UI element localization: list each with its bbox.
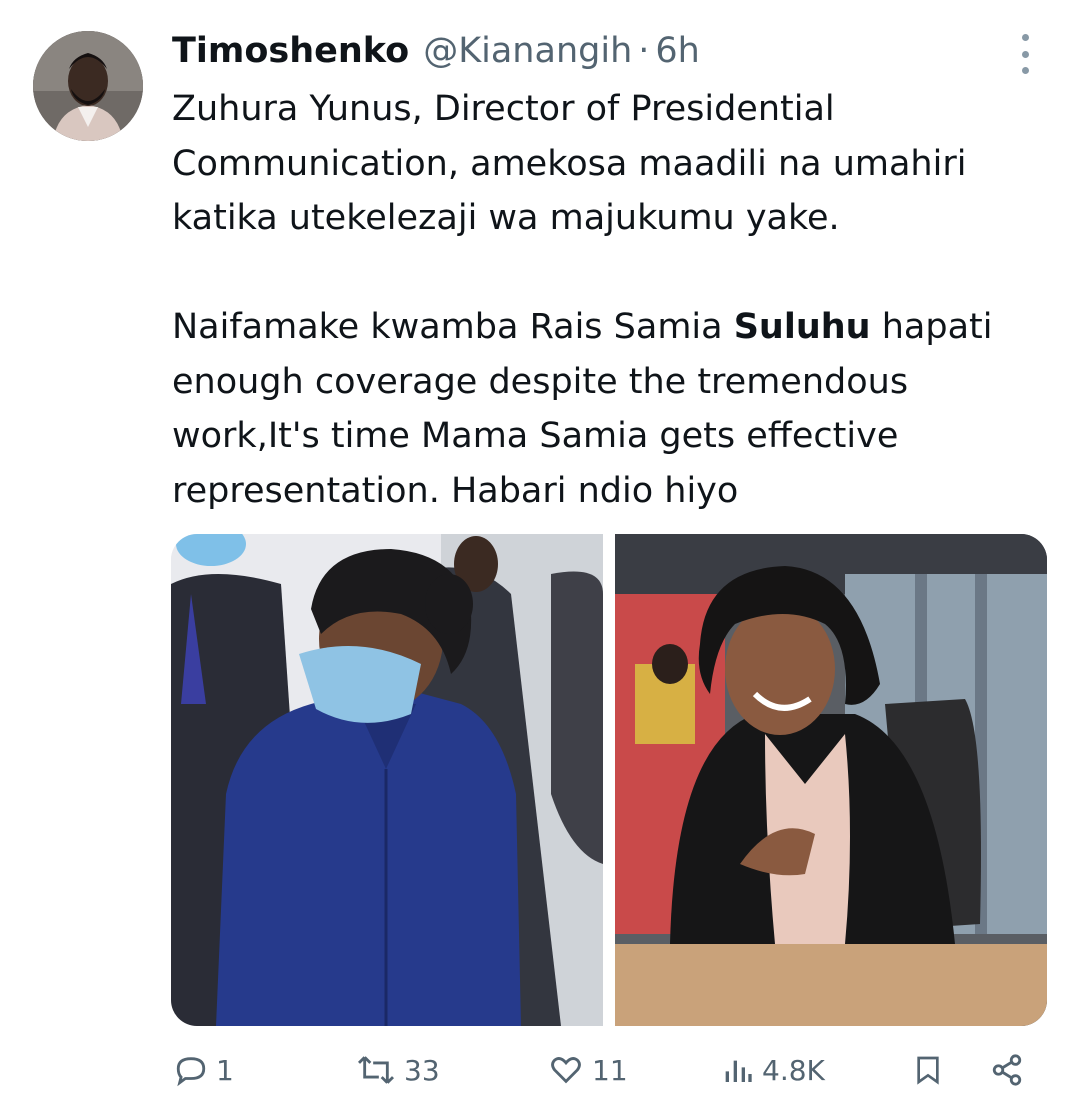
tweet-header: Timoshenko @Kianangih · 6h xyxy=(172,26,700,76)
tweet-text-line: katika utekelezaji wa majukumu yake. xyxy=(172,198,840,238)
like-count: 11 xyxy=(592,1053,628,1087)
reply-icon xyxy=(176,1057,206,1087)
bookmark-icon xyxy=(917,1056,939,1085)
share-icon xyxy=(992,1054,1022,1086)
tweet-actions: 1 33 11 4.8K xyxy=(0,1053,1080,1093)
views-count: 4.8K xyxy=(762,1053,825,1087)
views-button[interactable]: 4.8K xyxy=(722,1053,825,1087)
tweet-text-line: representation. Habari ndio hiyo xyxy=(172,470,739,511)
tweet-text-line: enough coverage despite the tremendous xyxy=(172,361,909,402)
tweet-time[interactable]: 6h xyxy=(655,31,699,71)
more-options-icon[interactable] xyxy=(1010,34,1040,74)
like-button[interactable]: 11 xyxy=(548,1053,628,1087)
text-segment: Naifamake kwamba Rais Samia xyxy=(172,307,734,347)
heart-icon xyxy=(551,1057,581,1084)
bookmark-button[interactable] xyxy=(912,1053,944,1087)
retweet-button[interactable]: 33 xyxy=(356,1053,440,1087)
text-segment: hapati xyxy=(870,307,993,347)
author-handle[interactable]: @Kianangih xyxy=(423,31,632,71)
reply-count: 1 xyxy=(216,1053,234,1087)
media-photo-right[interactable] xyxy=(615,534,1047,1026)
reply-button[interactable]: 1 xyxy=(174,1053,234,1087)
author-avatar[interactable] xyxy=(33,31,143,141)
tweet-text-line: Naifamake kwamba Rais Samia Suluhu hapat… xyxy=(172,300,1052,355)
bold-word: Suluhu xyxy=(733,307,871,347)
retweet-icon xyxy=(357,1056,395,1084)
tweet-text-line: Communication, amekosa maadili na umahir… xyxy=(172,143,967,184)
separator-dot: · xyxy=(638,31,650,71)
tweet-text: Zuhura Yunus, Director of Presidential C… xyxy=(172,82,1052,518)
media-photo-left[interactable] xyxy=(171,534,603,1026)
retweet-count: 33 xyxy=(404,1053,440,1087)
share-button[interactable] xyxy=(990,1053,1024,1087)
tweet-text-line: Zuhura Yunus, Director of Presidential xyxy=(172,89,835,129)
author-name[interactable]: Timoshenko xyxy=(172,31,409,71)
views-icon xyxy=(725,1060,752,1082)
tweet-text-line: work,It's time Mama Samia gets effective xyxy=(172,416,899,456)
tweet-media xyxy=(171,534,1047,1026)
